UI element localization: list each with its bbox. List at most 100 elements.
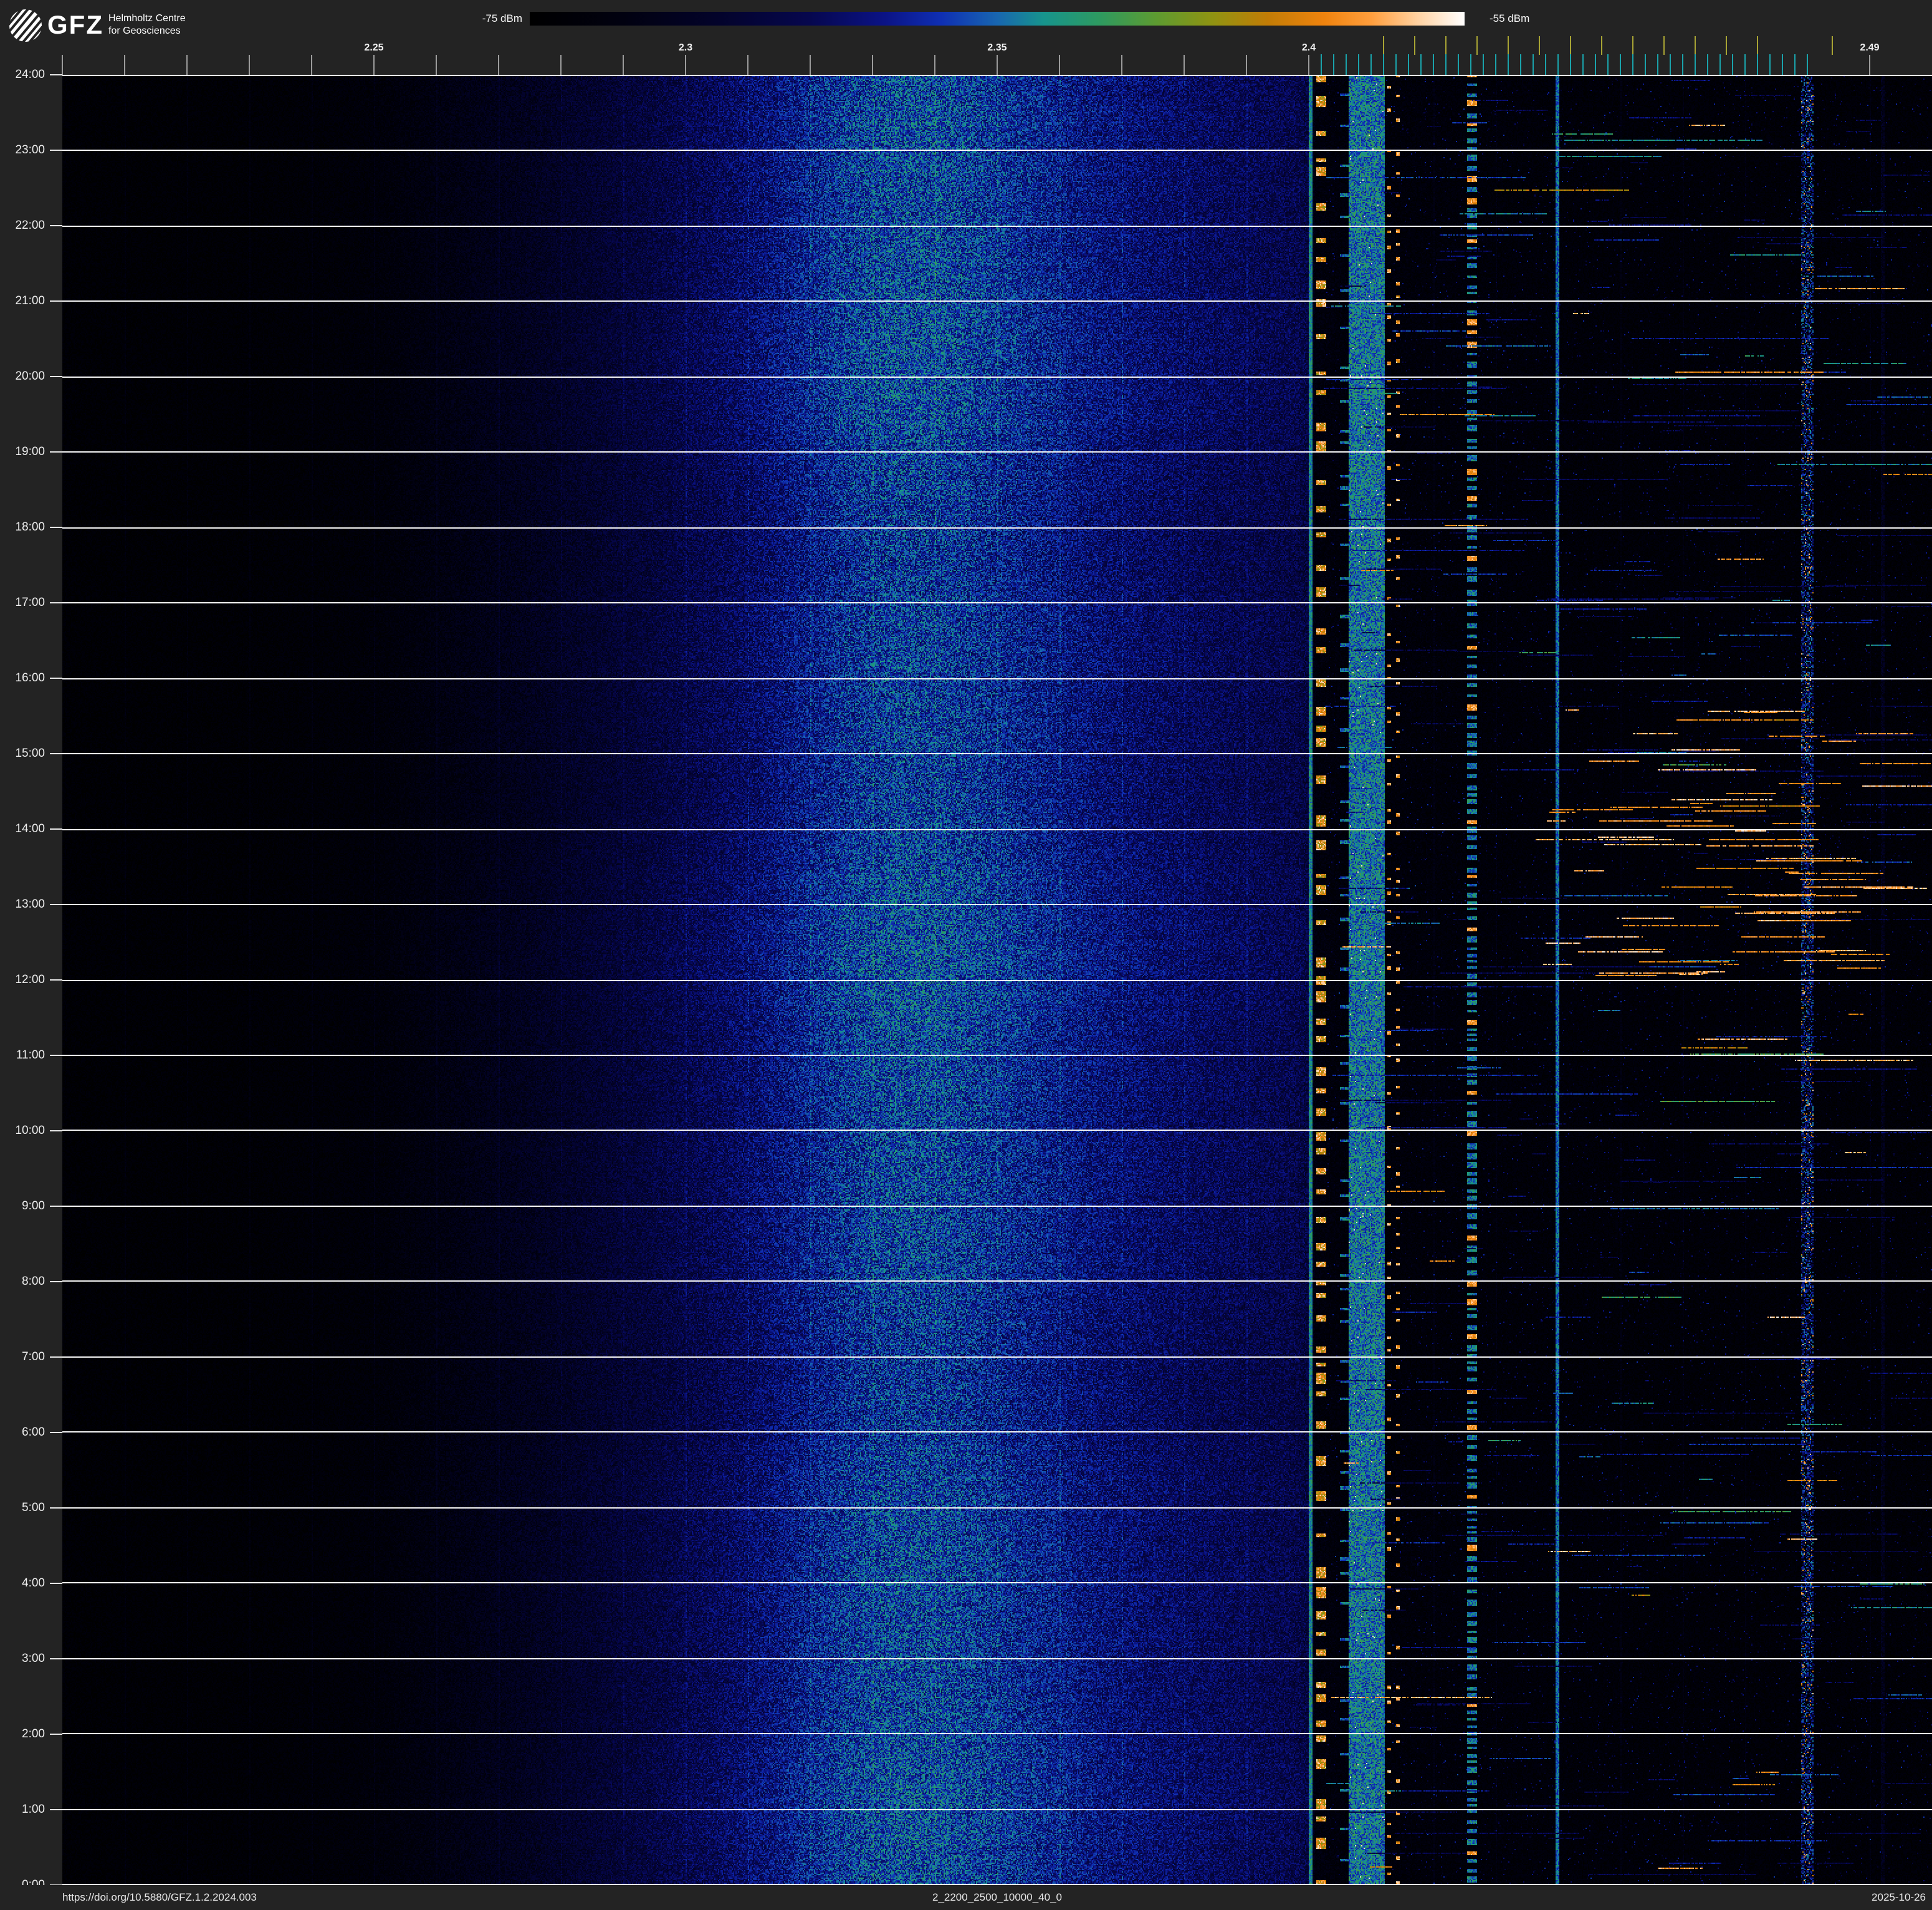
freq-axis-label: 2.25 (364, 42, 383, 54)
time-axis-tick (50, 904, 62, 905)
ble-channel-tick (1670, 54, 1671, 75)
ble-channel-tick (1707, 54, 1708, 75)
ble-channel-tick (1645, 54, 1646, 75)
time-axis-tick (50, 1206, 62, 1207)
time-axis-label: 13:00 (0, 898, 45, 911)
time-axis-label: 22:00 (0, 219, 45, 233)
freq-tick-minor (747, 55, 748, 75)
ble-channel-tick (1333, 54, 1334, 75)
time-axis-label: 17:00 (0, 596, 45, 610)
time-axis-tick (50, 753, 62, 754)
freq-tick-minor (623, 55, 624, 75)
time-axis-tick (50, 1130, 62, 1131)
ble-channel-tick (1732, 54, 1733, 75)
time-axis-label: 15:00 (0, 747, 45, 761)
freq-tick-minor (1246, 55, 1247, 75)
ble-channel-tick (1370, 54, 1372, 75)
ble-channel-tick (1520, 54, 1521, 75)
time-axis-tick (50, 1432, 62, 1433)
time-axis-tick (50, 150, 62, 151)
ble-channel-tick (1508, 54, 1509, 75)
spectrogram-plot (62, 75, 1932, 1885)
time-axis-label: 9:00 (0, 1199, 45, 1213)
freq-tick-minor (1059, 55, 1060, 75)
ble-channel-tick (1632, 54, 1633, 75)
time-axis-label: 24:00 (0, 68, 45, 82)
time-axis-label: 20:00 (0, 370, 45, 383)
freq-axis-label: 2.3 (679, 42, 692, 54)
time-axis-label: 4:00 (0, 1576, 45, 1590)
spectrogram-page: GFZ Helmholtz Centre for Geosciences -75… (0, 0, 1932, 1910)
ble-channel-tick (1545, 54, 1546, 75)
ble-channel-tick (1582, 54, 1584, 75)
wifi-channel-tick (1570, 36, 1571, 55)
ble-channel-tick (1395, 54, 1397, 75)
ble-channel-tick (1433, 54, 1434, 75)
freq-tick-minor (934, 55, 935, 75)
ble-channel-tick (1533, 54, 1534, 75)
freq-tick-minor (436, 55, 437, 75)
ble-channel-tick (1657, 54, 1658, 75)
ble-channel-tick (1570, 54, 1571, 75)
ble-channel-tick (1719, 54, 1721, 75)
ble-channel-tick (1408, 54, 1409, 75)
freq-axis-label: 2.4 (1302, 42, 1316, 54)
wifi-channel-tick (1414, 36, 1415, 55)
freq-tick-minor (186, 55, 188, 75)
ble-channel-tick (1420, 54, 1422, 75)
time-axis-tick (50, 225, 62, 226)
wifi-channel-tick (1445, 36, 1447, 55)
ble-channel-tick (1557, 54, 1559, 75)
time-axis-tick (50, 1658, 62, 1659)
ble-channel-tick (1383, 54, 1384, 75)
wifi-channel-tick (1757, 36, 1758, 55)
wifi-channel-tick (1726, 36, 1727, 55)
time-axis-tick (50, 527, 62, 528)
time-axis-tick (50, 1055, 62, 1056)
time-axis-label: 7:00 (0, 1350, 45, 1364)
frequency-axis: 2.25 2.3 2.35 2.4 2.49 (0, 0, 1932, 75)
footer: https://doi.org/10.5880/GFZ.1.2.2024.003… (0, 1885, 1932, 1910)
freq-tick-minor (1869, 55, 1870, 75)
time-axis: 24:00 23:00 22:00 21:00 20:00 19:00 18:00 17:00… (0, 0, 62, 1910)
ble-channel-tick (1807, 54, 1808, 75)
freq-tick-minor (872, 55, 873, 75)
ble-channel-tick (1695, 54, 1696, 75)
time-axis-label: 11:00 (0, 1049, 45, 1062)
time-axis-label: 16:00 (0, 671, 45, 685)
ble-channel-tick (1483, 54, 1484, 75)
ble-channel-tick (1607, 54, 1609, 75)
time-axis-label: 1:00 (0, 1803, 45, 1816)
time-axis-label: 12:00 (0, 973, 45, 987)
freq-tick-minor (124, 55, 125, 75)
date-text: 2025-10-26 (1872, 1885, 1926, 1910)
time-axis-tick (50, 451, 62, 453)
freq-tick-minor (249, 55, 250, 75)
ble-channel-tick (1682, 54, 1683, 75)
ble-channel-tick (1794, 54, 1796, 75)
ble-channel-tick (1470, 54, 1471, 75)
freq-tick-minor (498, 55, 499, 75)
ble-channel-tick (1782, 54, 1783, 75)
time-axis-tick (50, 1734, 62, 1735)
wifi-channel-tick (1508, 36, 1509, 55)
time-axis-tick (50, 979, 62, 981)
wifi-channel-tick (1663, 36, 1665, 55)
freq-tick-minor (311, 55, 312, 75)
freq-tick-minor (1184, 55, 1185, 75)
freq-tick-minor (997, 55, 998, 75)
time-axis-tick (50, 376, 62, 377)
ble-channel-tick (1620, 54, 1621, 75)
ble-channel-tick (1595, 54, 1596, 75)
time-axis-tick (50, 1809, 62, 1810)
time-axis-label: 2:00 (0, 1727, 45, 1741)
freq-tick-minor (560, 55, 562, 75)
wifi-channel-tick (1476, 36, 1478, 55)
wifi-channel-tick (1539, 36, 1540, 55)
ble-channel-tick (1769, 54, 1771, 75)
wifi-channel-tick (1632, 36, 1633, 55)
freq-tick-minor (1308, 55, 1309, 75)
time-axis-label: 21:00 (0, 294, 45, 308)
ble-channel-tick (1445, 54, 1447, 75)
ble-channel-tick (1346, 54, 1347, 75)
